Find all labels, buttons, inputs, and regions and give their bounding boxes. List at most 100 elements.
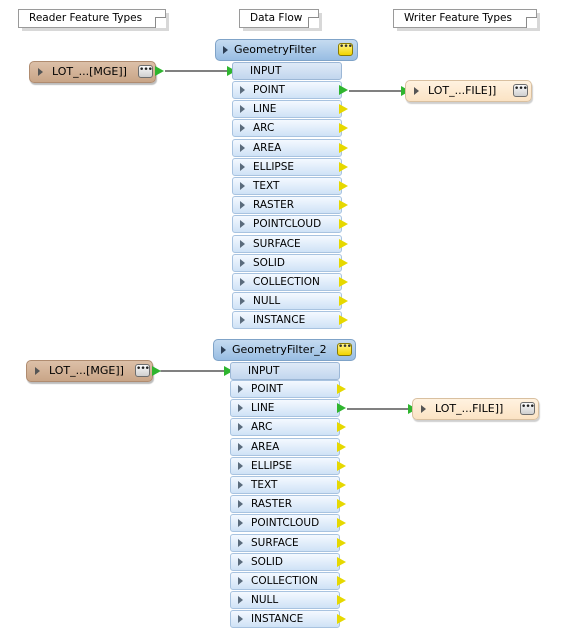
expand-triangle-icon[interactable] (414, 87, 419, 95)
output-port-null[interactable]: NULL (232, 292, 342, 310)
expand-triangle-icon[interactable] (238, 443, 243, 451)
expand-triangle-icon[interactable] (240, 278, 245, 286)
reader-output-arrow-icon[interactable] (152, 366, 161, 376)
output-arrow-icon[interactable] (337, 595, 346, 605)
expand-triangle-icon[interactable] (221, 346, 226, 354)
expand-triangle-icon[interactable] (240, 201, 245, 209)
output-arrow-icon[interactable] (339, 277, 348, 287)
output-port-null[interactable]: NULL (230, 591, 340, 609)
output-port-raster[interactable]: RASTER (230, 495, 340, 513)
more-options-icon[interactable]: ••• (520, 402, 535, 415)
expand-triangle-icon[interactable] (38, 68, 43, 76)
output-arrow-icon[interactable] (337, 557, 346, 567)
expand-triangle-icon[interactable] (240, 297, 245, 305)
expand-triangle-icon[interactable] (238, 519, 243, 527)
output-port-arc[interactable]: ARC (230, 418, 340, 436)
expand-triangle-icon[interactable] (238, 577, 243, 585)
writer-feature-type[interactable]: LOT_...FILE]] ••• (412, 398, 539, 420)
output-arrow-icon[interactable] (337, 442, 346, 452)
output-port-area[interactable]: AREA (232, 139, 342, 157)
expand-triangle-icon[interactable] (238, 539, 243, 547)
output-port-surface[interactable]: SURFACE (232, 235, 342, 253)
output-port-solid[interactable]: SOLID (232, 254, 342, 272)
output-port-surface[interactable]: SURFACE (230, 534, 340, 552)
expand-triangle-icon[interactable] (240, 105, 245, 113)
output-port-raster[interactable]: RASTER (232, 196, 342, 214)
output-port-ellipse[interactable]: ELLIPSE (232, 158, 342, 176)
output-arrow-icon[interactable] (337, 518, 346, 528)
expand-triangle-icon[interactable] (35, 367, 40, 375)
expand-triangle-icon[interactable] (223, 46, 228, 54)
output-arrow-icon[interactable] (339, 239, 348, 249)
output-port-line[interactable]: LINE (232, 100, 342, 118)
transformer-header[interactable]: GeometryFilter_2 ••• (213, 339, 356, 361)
output-arrow-icon[interactable] (339, 123, 348, 133)
expand-triangle-icon[interactable] (240, 259, 245, 267)
expand-triangle-icon[interactable] (238, 385, 243, 393)
more-options-icon[interactable]: ••• (135, 364, 150, 377)
expand-triangle-icon[interactable] (240, 240, 245, 248)
output-port-collection[interactable]: COLLECTION (230, 572, 340, 590)
expand-triangle-icon[interactable] (421, 405, 426, 413)
output-port-line[interactable]: LINE (230, 399, 340, 417)
output-port-area[interactable]: AREA (230, 438, 340, 456)
more-options-icon[interactable]: ••• (337, 343, 352, 356)
expand-triangle-icon[interactable] (238, 404, 243, 412)
more-options-icon[interactable]: ••• (513, 84, 528, 97)
output-arrow-icon[interactable] (337, 538, 346, 548)
output-arrow-icon[interactable] (339, 162, 348, 172)
transformer-header[interactable]: GeometryFilter ••• (215, 39, 358, 61)
output-arrow-icon[interactable] (339, 296, 348, 306)
reader-output-arrow-icon[interactable] (155, 66, 164, 76)
expand-triangle-icon[interactable] (240, 182, 245, 190)
output-arrow-icon[interactable] (339, 258, 348, 268)
expand-triangle-icon[interactable] (240, 220, 245, 228)
output-arrow-icon[interactable] (339, 315, 348, 325)
expand-triangle-icon[interactable] (238, 423, 243, 431)
output-arrow-icon[interactable] (337, 614, 346, 624)
reader-feature-type[interactable]: LOT_...[MGE]] ••• (26, 360, 153, 382)
expand-triangle-icon[interactable] (238, 615, 243, 623)
connected-output-arrow-icon[interactable] (339, 85, 348, 95)
output-arrow-icon[interactable] (339, 181, 348, 191)
connected-output-arrow-icon[interactable] (337, 403, 346, 413)
output-port-text[interactable]: TEXT (232, 177, 342, 195)
output-port-point[interactable]: POINT (230, 380, 340, 398)
output-arrow-icon[interactable] (339, 219, 348, 229)
more-options-icon[interactable]: ••• (338, 43, 353, 56)
writer-feature-type[interactable]: LOT_...FILE]] ••• (405, 80, 532, 102)
output-arrow-icon[interactable] (339, 143, 348, 153)
output-arrow-icon[interactable] (339, 200, 348, 210)
expand-triangle-icon[interactable] (240, 163, 245, 171)
output-port-arc[interactable]: ARC (232, 119, 342, 137)
output-arrow-icon[interactable] (337, 499, 346, 509)
more-options-icon[interactable]: ••• (138, 65, 153, 78)
output-arrow-icon[interactable] (337, 422, 346, 432)
output-arrow-icon[interactable] (337, 576, 346, 586)
output-port-text[interactable]: TEXT (230, 476, 340, 494)
output-port-instance[interactable]: INSTANCE (232, 311, 342, 329)
expand-triangle-icon[interactable] (238, 481, 243, 489)
expand-triangle-icon[interactable] (238, 558, 243, 566)
expand-triangle-icon[interactable] (240, 86, 245, 94)
output-port-point[interactable]: POINT (232, 81, 342, 99)
reader-feature-type[interactable]: LOT_...[MGE]] ••• (29, 61, 156, 83)
output-port-solid[interactable]: SOLID (230, 553, 340, 571)
output-arrow-icon[interactable] (337, 384, 346, 394)
output-port-ellipse[interactable]: ELLIPSE (230, 457, 340, 475)
input-port[interactable]: INPUT (230, 362, 340, 380)
output-port-collection[interactable]: COLLECTION (232, 273, 342, 291)
expand-triangle-icon[interactable] (238, 500, 243, 508)
expand-triangle-icon[interactable] (238, 596, 243, 604)
input-port[interactable]: INPUT (232, 62, 342, 80)
expand-triangle-icon[interactable] (240, 124, 245, 132)
output-arrow-icon[interactable] (337, 480, 346, 490)
expand-triangle-icon[interactable] (240, 144, 245, 152)
expand-triangle-icon[interactable] (238, 462, 243, 470)
output-port-pointcloud[interactable]: POINTCLOUD (232, 215, 342, 233)
output-arrow-icon[interactable] (337, 461, 346, 471)
output-port-instance[interactable]: INSTANCE (230, 610, 340, 628)
output-port-pointcloud[interactable]: POINTCLOUD (230, 514, 340, 532)
expand-triangle-icon[interactable] (240, 316, 245, 324)
output-arrow-icon[interactable] (339, 104, 348, 114)
